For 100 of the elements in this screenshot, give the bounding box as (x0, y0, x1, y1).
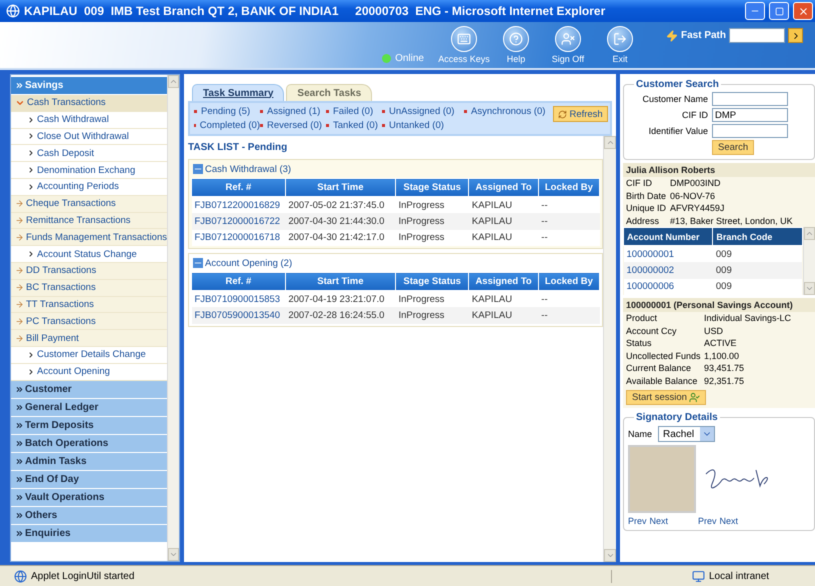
detail-label: Status (626, 337, 653, 350)
input-field[interactable] (712, 124, 788, 138)
table-cell: InProgress (395, 196, 469, 213)
online-status: Online (382, 53, 424, 64)
start-session-button[interactable]: Start session (626, 390, 706, 405)
menu-section[interactable]: End Of Day (11, 470, 167, 489)
nav-link[interactable]: Next (720, 516, 738, 526)
minimize-button[interactable] (745, 2, 765, 20)
scrollbar[interactable] (167, 75, 179, 561)
column-header[interactable]: Ref. # (192, 272, 286, 290)
bullet-icon (326, 124, 329, 127)
menu-section[interactable]: Others (11, 506, 167, 525)
account-link[interactable]: 100000002 (624, 262, 713, 278)
close-icon (798, 6, 808, 16)
filter-link[interactable]: Asynchronous (0) (464, 106, 546, 117)
menu-item[interactable]: Bill Payment (11, 330, 167, 347)
filter-link[interactable]: Completed (0) (194, 120, 260, 131)
column-header[interactable]: Ref. # (192, 178, 286, 196)
detail-label: Current Balance (626, 362, 692, 374)
bullet-icon (260, 110, 263, 113)
menu-item[interactable]: DD Transactions (11, 262, 167, 280)
column-header[interactable]: Locked By (538, 178, 600, 196)
scrollbar[interactable] (802, 227, 815, 295)
reference-link[interactable]: FJB0712000016722 (192, 213, 286, 230)
bullet-icon (194, 110, 197, 113)
double-chevron-icon (15, 81, 24, 90)
group-toggle[interactable]: Account Opening (2) (191, 254, 600, 272)
detail-label: Available Balance (626, 374, 698, 387)
bullet-icon (382, 124, 385, 127)
toolbar-action[interactable]: Sign Off (542, 26, 594, 64)
tab[interactable]: Task Summary (192, 84, 284, 101)
account-link[interactable]: 100000006 (624, 278, 713, 295)
filter-link[interactable]: Untanked (0) (382, 120, 464, 131)
column-header[interactable]: Stage Status (395, 178, 469, 196)
group-toggle[interactable]: Cash Withdrawal (3) (191, 160, 600, 178)
toolbar-action[interactable]: Exit (594, 26, 646, 64)
browser-icon (6, 4, 20, 18)
filter-link[interactable]: UnAssigned (0) (382, 106, 464, 117)
table-cell: -- (538, 230, 600, 246)
name-dropdown[interactable]: Rachel (658, 426, 716, 442)
detail-value: 92,351.75 (704, 374, 746, 387)
nav-link[interactable]: Next (650, 516, 668, 526)
column-header[interactable]: Locked By (538, 272, 600, 290)
account-link[interactable]: 100000001 (624, 246, 713, 262)
field-label: Identifier Value (648, 126, 708, 136)
column-header[interactable]: Branch Code (712, 228, 802, 246)
menu-item[interactable]: PC Transactions (11, 313, 167, 330)
user-remove-icon (560, 32, 575, 46)
menu-section[interactable]: Savings (11, 77, 167, 95)
maximize-button[interactable] (769, 2, 789, 20)
menu-section[interactable]: Admin Tasks (11, 452, 167, 471)
nav-link[interactable]: Prev (628, 516, 647, 526)
reference-link[interactable]: FJB0712000016718 (192, 230, 286, 246)
nav-link[interactable]: Prev (698, 516, 717, 526)
column-header[interactable]: Start Time (285, 178, 396, 196)
column-header[interactable]: Start Time (285, 272, 396, 290)
filter-link[interactable]: Assigned (1) (260, 106, 326, 117)
input-field[interactable]: DMP (712, 108, 788, 122)
menu-section[interactable]: Customer (11, 380, 167, 399)
column-header[interactable]: Account Number (624, 228, 713, 246)
filter-link[interactable]: Pending (5) (194, 106, 260, 117)
keyboard-icon (456, 32, 471, 46)
table-cell: -- (538, 213, 600, 230)
fast-path-field[interactable] (729, 28, 785, 43)
menu-item[interactable]: Cheque Transactions (11, 196, 167, 213)
column-header[interactable]: Assigned To (468, 178, 538, 196)
refresh-button[interactable]: Refresh (553, 106, 608, 122)
menu-item[interactable]: TT Transactions (11, 296, 167, 314)
close-button[interactable] (793, 2, 813, 20)
menu-item[interactable]: Funds Management Transactions (11, 229, 167, 246)
input-field[interactable] (712, 92, 788, 106)
scrollbar[interactable] (603, 136, 616, 562)
search-button[interactable]: Search (712, 140, 754, 155)
toolbar-action[interactable]: Help (490, 26, 542, 64)
menu-section[interactable]: Vault Operations (11, 488, 167, 507)
menu-item[interactable]: BC Transactions (11, 280, 167, 297)
menu-section[interactable]: General Ledger (11, 398, 167, 417)
go-button[interactable] (788, 28, 803, 43)
menu-section[interactable]: Batch Operations (11, 434, 167, 453)
menu-item[interactable]: Remittance Transactions (11, 212, 167, 230)
column-header[interactable]: Assigned To (468, 272, 538, 290)
reference-link[interactable]: FJB0712200016829 (192, 196, 286, 213)
refresh-icon (558, 110, 568, 118)
filter-link[interactable]: Tanked (0) (326, 120, 382, 131)
maximize-icon (774, 6, 784, 16)
menu-section[interactable]: Enquiries (11, 524, 167, 543)
detail-value: Individual Savings-LC (704, 312, 792, 324)
field-label: CIF ID (681, 110, 708, 120)
filter-link[interactable]: Reversed (0) (260, 120, 326, 131)
detail-value: DMP003IND (670, 177, 722, 190)
scroll-down-icon (169, 550, 178, 559)
filter-link[interactable]: Failed (0) (326, 106, 382, 117)
menu-section[interactable]: Term Deposits (11, 416, 167, 435)
menu-item[interactable]: Cash Transactions (11, 95, 167, 112)
column-header[interactable]: Stage Status (395, 272, 469, 290)
tab[interactable]: Search Tasks (286, 84, 372, 101)
reference-link[interactable]: FJB0705900013540 (192, 307, 286, 324)
help-icon (508, 32, 523, 46)
field-label: Customer Name (641, 94, 708, 104)
arrow-icon (15, 232, 24, 242)
